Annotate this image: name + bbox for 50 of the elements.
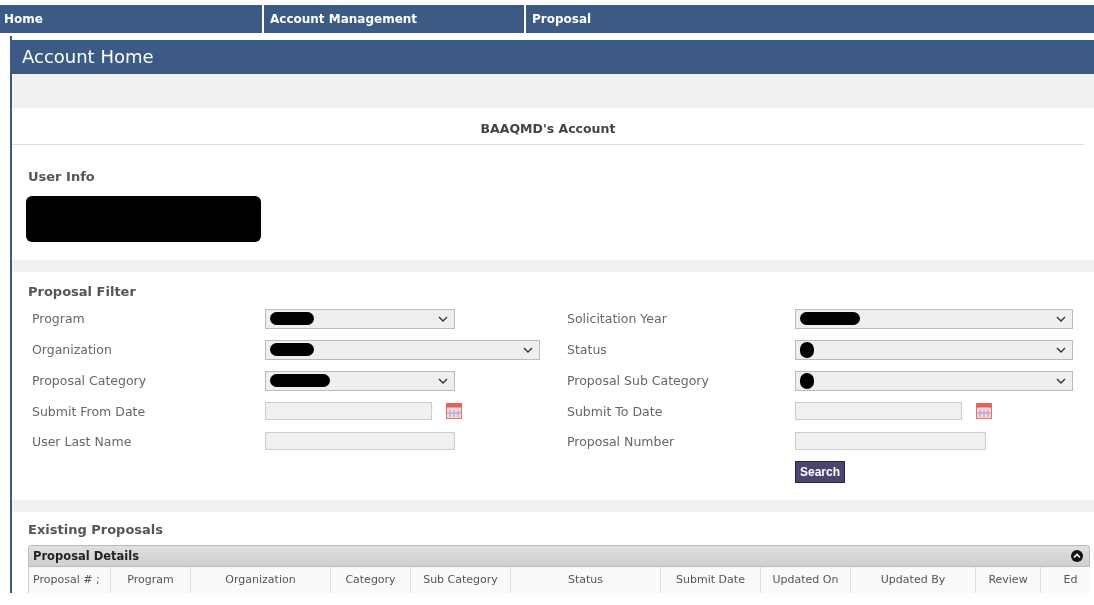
column-header[interactable]: Submit Date	[661, 567, 761, 593]
calendar-icon[interactable]	[446, 403, 462, 419]
chevron-down-icon	[1056, 346, 1066, 353]
column-header[interactable]: Ed	[1041, 567, 1090, 593]
field-label: Proposal Sub Category	[566, 373, 710, 388]
field-label: Proposal Category	[31, 373, 148, 388]
column-header[interactable]: Category	[331, 567, 411, 593]
collapse-icon[interactable]	[1071, 550, 1083, 562]
column-header[interactable]: Proposal # ;	[29, 567, 111, 593]
field-label: Program	[31, 311, 86, 326]
text-field[interactable]	[265, 432, 455, 450]
search-button[interactable]: Search	[795, 460, 846, 483]
section-heading: Existing Proposals	[28, 522, 165, 537]
chevron-down-icon	[1056, 377, 1066, 384]
account-heading: BAAQMD's Account	[12, 108, 1084, 145]
chevron-down-icon	[438, 315, 448, 322]
date-field[interactable]	[795, 402, 962, 420]
dropdown[interactable]	[265, 308, 455, 329]
chevron-down-icon	[438, 377, 448, 384]
field-label: Submit To Date	[566, 403, 664, 419]
nav-tab[interactable]: Proposal	[526, 5, 1094, 33]
field-label: Submit From Date	[31, 403, 147, 419]
nav-tab[interactable]: Account Management	[264, 5, 526, 33]
field-label: User Last Name	[31, 433, 133, 449]
field-label: Organization	[31, 342, 113, 357]
column-header[interactable]: Sub Category	[411, 567, 511, 593]
column-header[interactable]: Program	[111, 567, 191, 593]
column-header[interactable]: Updated On	[761, 567, 851, 593]
page-title: Account Home	[12, 40, 1094, 74]
date-field[interactable]	[265, 402, 432, 420]
column-header[interactable]: Updated By	[851, 567, 976, 593]
column-header[interactable]: Review	[976, 567, 1041, 593]
nav-tab[interactable]: Home	[0, 5, 264, 33]
field-label: Solicitation Year	[566, 311, 668, 326]
chevron-down-icon	[523, 346, 533, 353]
section-heading: Proposal Filter	[28, 283, 137, 299]
section-heading: User Info	[28, 168, 96, 184]
dropdown[interactable]	[795, 308, 1073, 329]
column-header[interactable]: Status	[511, 567, 661, 593]
panel-title: Proposal Details	[33, 549, 139, 563]
calendar-icon[interactable]	[976, 403, 992, 419]
field-label: Status	[566, 342, 608, 357]
dropdown[interactable]	[795, 339, 1073, 360]
dropdown[interactable]	[795, 370, 1073, 391]
column-header[interactable]: Organization	[191, 567, 331, 593]
dropdown[interactable]	[265, 339, 540, 360]
field-label: Proposal Number	[566, 433, 676, 449]
chevron-down-icon	[1056, 315, 1066, 322]
dropdown[interactable]	[265, 370, 455, 391]
text-field[interactable]	[795, 432, 986, 450]
